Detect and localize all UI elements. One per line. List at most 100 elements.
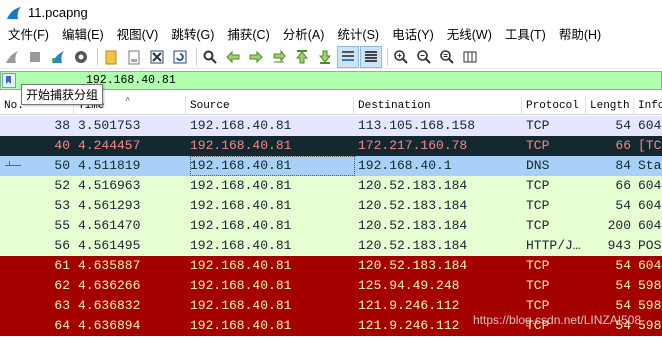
- table-row[interactable]: 53 4.561293 192.168.40.81 120.52.183.184…: [0, 196, 662, 216]
- table-row[interactable]: 56 4.561495 192.168.40.81 120.52.183.184…: [0, 236, 662, 256]
- cell-info: 598: [638, 318, 662, 333]
- cell-destination: 125.94.49.248: [358, 278, 460, 293]
- cell-time: 4.635887: [78, 258, 141, 273]
- resize-columns-icon[interactable]: [460, 47, 480, 67]
- table-row[interactable]: 63 4.636832 192.168.40.81 121.9.246.112 …: [0, 296, 662, 316]
- cell-destination: 120.52.183.184: [358, 218, 468, 233]
- menu-view[interactable]: 视图(V): [111, 25, 166, 45]
- cell-info: POS: [638, 238, 662, 253]
- cell-time: 4.636832: [78, 298, 141, 313]
- cell-info: 598: [638, 298, 662, 313]
- zoom-in-icon[interactable]: [391, 47, 411, 67]
- shark-fin-icon[interactable]: [2, 47, 22, 67]
- menu-statistics[interactable]: 统计(S): [331, 25, 386, 45]
- toolbar-separator: [97, 47, 98, 66]
- bookmark-icon[interactable]: [2, 73, 16, 88]
- go-back-icon[interactable]: [223, 47, 243, 67]
- cell-source: 192.168.40.81: [190, 238, 292, 253]
- find-icon[interactable]: [200, 47, 220, 67]
- save-file-icon[interactable]: [124, 47, 144, 67]
- cell-protocol: DNS: [526, 158, 550, 173]
- cell-protocol: TCP: [526, 178, 550, 193]
- cell-length: 54: [615, 198, 631, 213]
- cell-source: 192.168.40.81: [190, 218, 292, 233]
- menu-telephony[interactable]: 电话(Y): [386, 25, 441, 45]
- cell-info: 604: [638, 198, 662, 213]
- autoscroll-icon[interactable]: [337, 45, 359, 68]
- close-file-icon[interactable]: [147, 47, 167, 67]
- table-row[interactable]: 52 4.516963 192.168.40.81 120.52.183.184…: [0, 176, 662, 196]
- colorize-icon[interactable]: [360, 45, 382, 68]
- cell-protocol: TCP: [526, 318, 550, 333]
- cell-length: 66: [615, 178, 631, 193]
- cell-destination: 120.52.183.184: [358, 238, 468, 253]
- restart-icon[interactable]: [48, 47, 68, 67]
- menu-file[interactable]: 文件(F): [2, 25, 56, 45]
- cell-source: 192.168.40.81: [190, 258, 292, 273]
- menu-wireless[interactable]: 无线(W): [441, 25, 499, 45]
- cell-protocol: TCP: [526, 298, 550, 313]
- cell-length: 54: [615, 318, 631, 333]
- menu-go[interactable]: 跳转(G): [165, 25, 221, 45]
- cell-protocol: TCP: [526, 258, 550, 273]
- open-file-icon[interactable]: [101, 47, 121, 67]
- cell-length: 54: [615, 118, 631, 133]
- cell-time: 4.511819: [78, 158, 141, 173]
- stop-icon[interactable]: [25, 47, 45, 67]
- cell-time: 3.501753: [78, 118, 141, 133]
- cell-source: 192.168.40.81: [190, 156, 355, 176]
- column-header-protocol[interactable]: Protocol: [522, 97, 586, 115]
- cell-time: 4.561495: [78, 238, 141, 253]
- menu-analyze[interactable]: 分析(A): [277, 25, 332, 45]
- go-to-packet-icon[interactable]: [269, 47, 289, 67]
- table-row[interactable]: 64 4.636894 192.168.40.81 121.9.246.112 …: [0, 316, 662, 336]
- cell-no: 52: [54, 178, 70, 193]
- cell-length: 54: [615, 298, 631, 313]
- cell-source: 192.168.40.81: [190, 118, 292, 133]
- cell-protocol: TCP: [526, 118, 550, 133]
- cell-length: 84: [615, 158, 631, 173]
- table-row[interactable]: 55 4.561470 192.168.40.81 120.52.183.184…: [0, 216, 662, 236]
- table-row[interactable]: 61 4.635887 192.168.40.81 120.52.183.184…: [0, 256, 662, 276]
- first-packet-icon[interactable]: [292, 47, 312, 67]
- options-icon[interactable]: [71, 47, 91, 67]
- cell-length: 200: [607, 218, 631, 233]
- cell-info: 604: [638, 118, 662, 133]
- cell-no: 64: [54, 318, 70, 333]
- normal-size-icon[interactable]: [437, 47, 457, 67]
- wireshark-fin-icon: [7, 6, 21, 19]
- table-row-selected[interactable]: 50 4.511819 192.168.40.81 192.168.40.1 D…: [0, 156, 662, 176]
- main-toolbar: [0, 45, 662, 69]
- column-header-destination[interactable]: Destination: [354, 97, 522, 115]
- last-packet-icon[interactable]: [315, 47, 335, 67]
- table-row[interactable]: 62 4.636266 192.168.40.81 125.94.49.248 …: [0, 276, 662, 296]
- cell-protocol: TCP: [526, 198, 550, 213]
- toolbar-separator: [387, 47, 388, 66]
- cell-source: 192.168.40.81: [190, 318, 292, 333]
- table-row[interactable]: 38 3.501753 192.168.40.81 113.105.168.15…: [0, 116, 662, 136]
- column-header-length[interactable]: Length: [586, 97, 634, 115]
- menu-edit[interactable]: 编辑(E): [56, 25, 111, 45]
- zoom-out-icon[interactable]: [414, 47, 434, 67]
- reload-icon[interactable]: [170, 47, 190, 67]
- menu-capture[interactable]: 捕获(C): [221, 25, 276, 45]
- cell-destination: 172.217.160.78: [358, 138, 468, 153]
- cell-info: 604: [638, 258, 662, 273]
- cell-source: 192.168.40.81: [190, 198, 292, 213]
- table-row[interactable]: 40 4.244457 192.168.40.81 172.217.160.78…: [0, 136, 662, 156]
- packet-list: 38 3.501753 192.168.40.81 113.105.168.15…: [0, 116, 662, 336]
- menu-help[interactable]: 帮助(H): [553, 25, 608, 45]
- cell-info: 604: [638, 218, 662, 233]
- display-filter-input[interactable]: [86, 74, 486, 87]
- cell-info: 598: [638, 278, 662, 293]
- go-forward-icon[interactable]: [246, 47, 266, 67]
- menu-tools[interactable]: 工具(T): [499, 25, 553, 45]
- menu-bar: 文件(F) 编辑(E) 视图(V) 跳转(G) 捕获(C) 分析(A) 统计(S…: [0, 25, 662, 45]
- cell-source: 192.168.40.81: [190, 178, 292, 193]
- column-header-source[interactable]: Source: [186, 97, 354, 115]
- tooltip: 开始捕获分组: [21, 84, 104, 105]
- column-header-info[interactable]: Info: [634, 97, 662, 115]
- cell-destination: 121.9.246.112: [358, 298, 460, 313]
- cell-time: 4.244457: [78, 138, 141, 153]
- cell-destination: 120.52.183.184: [358, 178, 468, 193]
